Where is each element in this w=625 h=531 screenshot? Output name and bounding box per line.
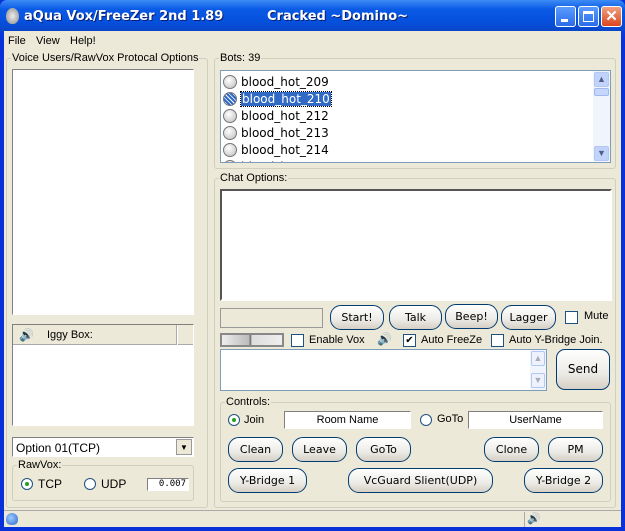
app-window: aQua Vox/FreeZer 2nd 1.89 Cracked ~Domin… xyxy=(0,0,625,531)
enable-vox-checkbox[interactable] xyxy=(291,334,304,347)
send-button[interactable]: Send xyxy=(556,349,610,390)
username-field[interactable]: UserName xyxy=(468,411,603,429)
iggy-header[interactable]: 🔊 Iggy Box: xyxy=(13,325,177,345)
rawvox-label: RawVox: xyxy=(18,459,62,471)
list-item[interactable]: blood_hot_212 xyxy=(223,107,329,124)
bot-icon xyxy=(223,108,237,123)
protocol-option-select[interactable]: Option 01(TCP) ▼ xyxy=(12,437,194,457)
voice-users-list[interactable] xyxy=(12,69,194,315)
close-button[interactable]: ✕ xyxy=(601,6,622,27)
client-area: File View Help! Voice Users/RawVox Proto… xyxy=(4,31,621,527)
tcp-label: TCP xyxy=(38,477,62,491)
scroll-down-icon[interactable]: ▼ xyxy=(531,373,545,388)
scroll-up-icon[interactable]: ▲ xyxy=(594,72,609,87)
list-item[interactable]: blood_hot_211 xyxy=(223,158,329,163)
auto-freeze-label: Auto FreeZe xyxy=(421,334,483,346)
window-title: aQua Vox/FreeZer 2nd 1.89 xyxy=(24,9,224,24)
mute-label: Mute xyxy=(584,310,609,322)
bot-icon xyxy=(223,142,237,157)
pm-button[interactable]: PM xyxy=(548,437,603,462)
bot-name: blood_hot_210 xyxy=(240,90,332,107)
tcp-radio[interactable] xyxy=(21,478,33,490)
bot-icon xyxy=(223,125,237,140)
rawvox-value-field[interactable]: 0.007 xyxy=(147,478,189,491)
leave-button[interactable]: Leave xyxy=(292,437,347,462)
goto-button[interactable]: GoTo xyxy=(356,437,411,462)
bot-icon xyxy=(223,91,237,106)
list-item[interactable]: blood_hot_209 xyxy=(223,73,329,90)
ybridge1-button[interactable]: Y-Bridge 1 xyxy=(228,468,307,493)
bots-scrollbar[interactable]: ▲ ▼ xyxy=(593,71,610,162)
status-bar: 🔊 xyxy=(4,510,621,527)
speaker-icon: 🔊 xyxy=(19,328,34,342)
udp-label: UDP xyxy=(101,477,127,491)
bot-name: blood_hot_212 xyxy=(241,108,329,123)
goto-radio[interactable] xyxy=(420,414,432,426)
enable-vox-label: Enable Vox xyxy=(309,334,365,346)
chevron-down-icon[interactable]: ▼ xyxy=(176,439,192,455)
list-item-selected[interactable]: blood_hot_210 xyxy=(223,90,332,107)
bots-label: Bots: 39 xyxy=(220,52,261,64)
iggy-label: Iggy Box: xyxy=(47,329,93,341)
beep-button[interactable]: Beep! xyxy=(445,304,498,329)
join-radio[interactable] xyxy=(228,414,240,426)
bot-icon xyxy=(223,74,237,89)
select-value: Option 01(TCP) xyxy=(16,441,101,455)
bot-name: blood_hot_211 xyxy=(241,160,329,163)
room-name-field[interactable]: Room Name xyxy=(284,411,411,429)
vcguard-button[interactable]: VcGuard Slient(UDP) xyxy=(348,468,493,493)
mute-checkbox[interactable] xyxy=(565,311,578,324)
lagger-button[interactable]: Lagger xyxy=(501,305,556,330)
bot-icon xyxy=(223,159,237,162)
talk-button[interactable]: Talk xyxy=(389,305,442,330)
alien-logo-icon xyxy=(6,8,19,24)
app-status-icon xyxy=(6,513,18,525)
volume-meter[interactable] xyxy=(220,333,284,347)
menu-view[interactable]: View xyxy=(36,35,60,47)
list-item[interactable]: blood_hot_213 xyxy=(223,124,329,141)
maximize-button[interactable] xyxy=(578,6,599,27)
menu-help[interactable]: Help! xyxy=(70,35,96,47)
udp-radio[interactable] xyxy=(84,478,96,490)
status-panel: 🔊 xyxy=(524,512,619,527)
iggy-box-list[interactable]: 🔊 Iggy Box: xyxy=(12,324,194,426)
bot-name: blood_hot_214 xyxy=(241,142,329,157)
auto-ybridge-checkbox[interactable] xyxy=(491,334,504,347)
status-field xyxy=(220,308,323,328)
group-label: Voice Users/RawVox Protocal Options xyxy=(12,52,199,64)
window-subtitle: Cracked ~Domino~ xyxy=(267,9,409,24)
bots-list[interactable]: blood_hot_209 blood_hot_210 blood_hot_21… xyxy=(220,70,611,163)
auto-freeze-checkbox[interactable]: ✔ xyxy=(403,334,416,347)
title-bar[interactable]: aQua Vox/FreeZer 2nd 1.89 Cracked ~Domin… xyxy=(0,0,625,31)
bot-name: blood_hot_209 xyxy=(241,74,329,89)
join-label: Join xyxy=(244,414,265,426)
auto-ybridge-label: Auto Y-Bridge Join. xyxy=(509,334,603,346)
message-scrollbar[interactable]: ▲ ▼ xyxy=(530,350,546,390)
chat-log[interactable] xyxy=(220,189,612,301)
ybridge2-button[interactable]: Y-Bridge 2 xyxy=(524,468,603,493)
menu-file[interactable]: File xyxy=(8,35,26,47)
start-button[interactable]: Start! xyxy=(330,305,384,330)
speaker-icon: 🔊 xyxy=(527,513,541,525)
scroll-up-icon[interactable]: ▲ xyxy=(531,351,545,366)
scroll-thumb[interactable] xyxy=(594,88,609,96)
bot-name: blood_hot_213 xyxy=(241,125,329,140)
chat-options-label: Chat Options: xyxy=(220,172,288,184)
clean-button[interactable]: Clean xyxy=(228,437,283,462)
controls-label: Controls: xyxy=(226,396,271,408)
speaker-icon[interactable]: 🔊 xyxy=(377,332,392,346)
scroll-down-icon[interactable]: ▼ xyxy=(594,146,609,161)
list-item[interactable]: blood_hot_214 xyxy=(223,141,329,158)
goto-radio-label: GoTo xyxy=(437,413,464,425)
minimize-button[interactable] xyxy=(555,6,576,27)
message-input[interactable]: ▲ ▼ xyxy=(220,349,547,391)
clone-button[interactable]: Clone xyxy=(484,437,539,462)
